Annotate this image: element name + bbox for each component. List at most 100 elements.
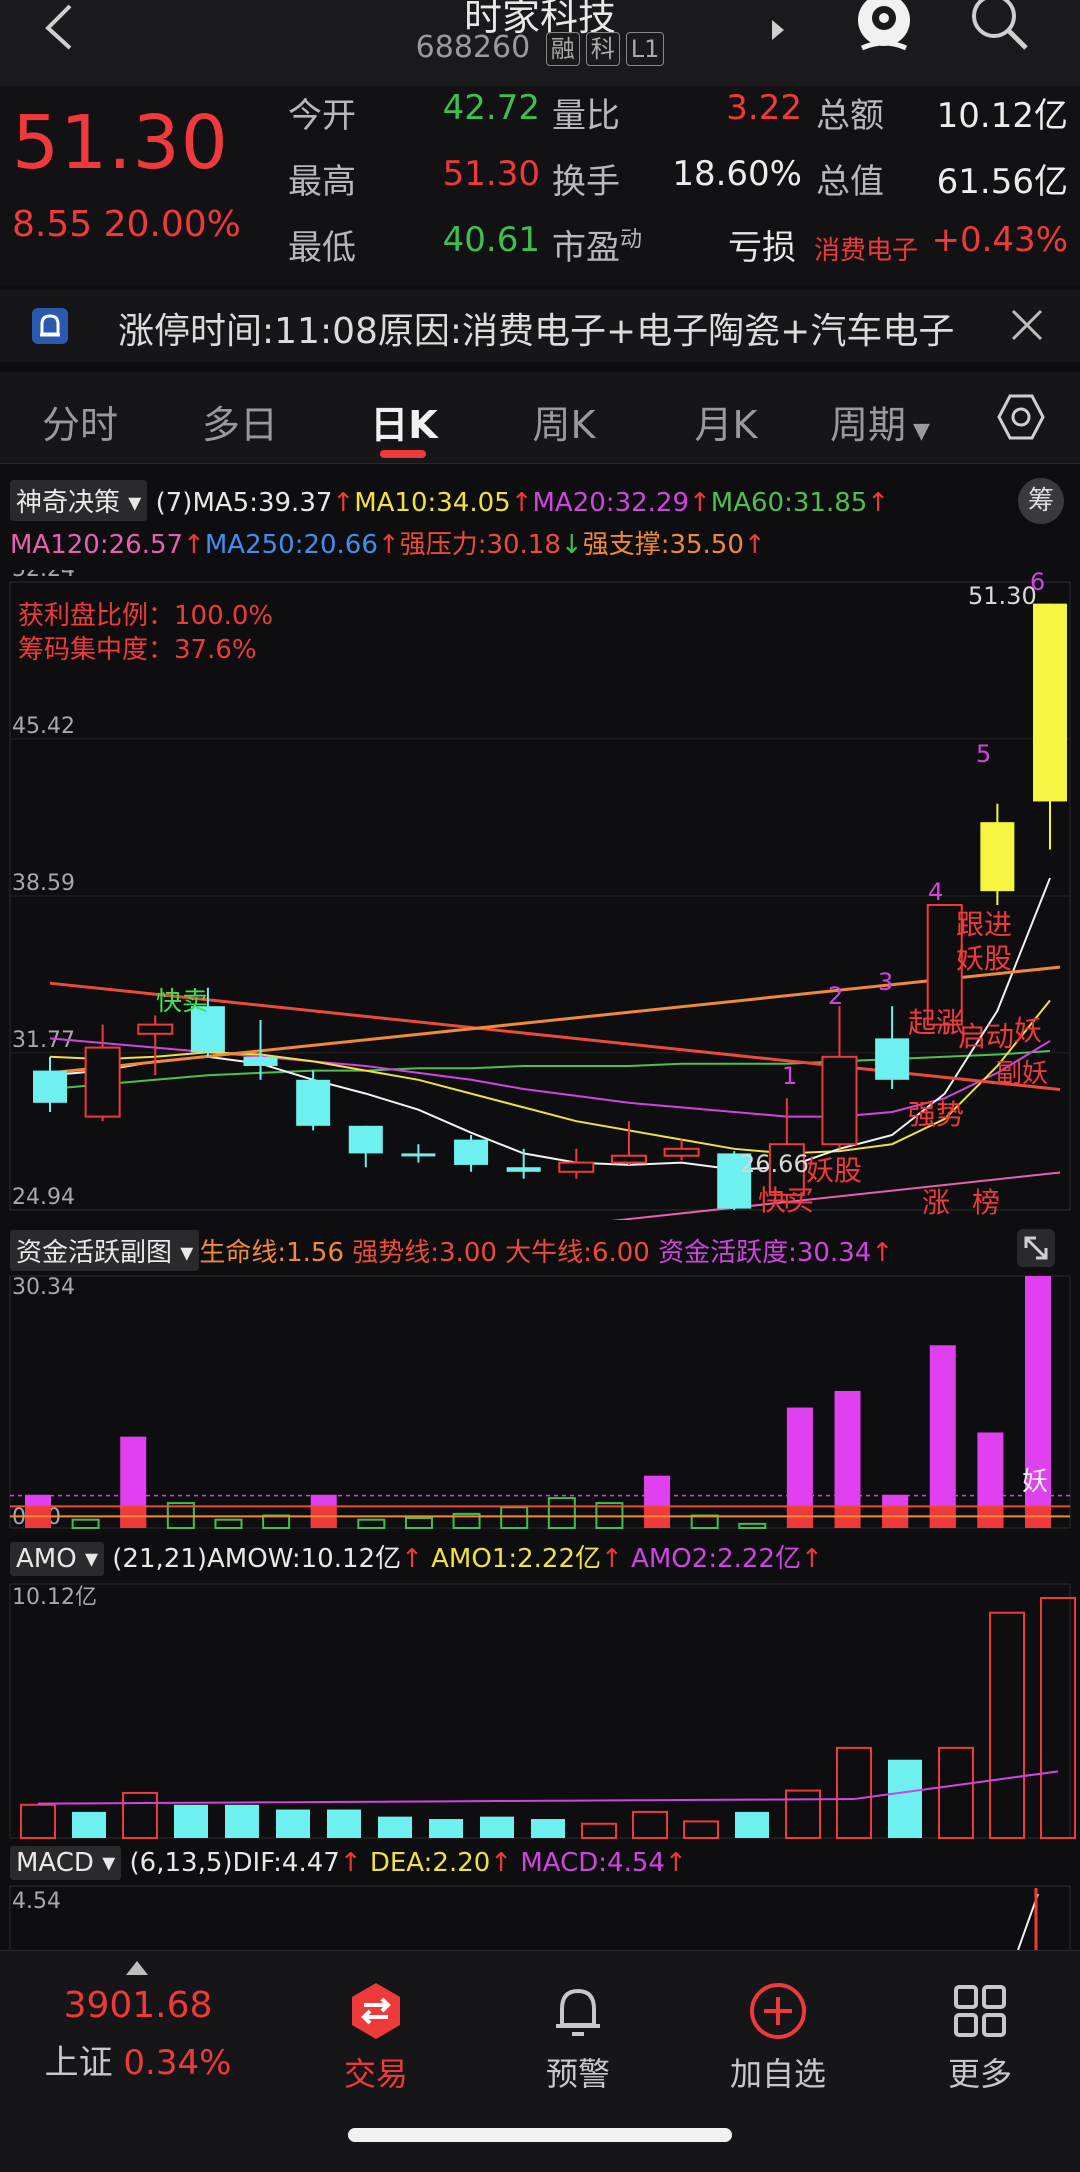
tab-daily-k[interactable]: 日K: [344, 394, 464, 449]
level-badge: L1: [625, 31, 665, 66]
nav-alert[interactable]: 预警: [498, 1981, 658, 2095]
activity-bar: [500, 1506, 529, 1530]
activity-bar: [404, 1517, 433, 1529]
trend-arrow-icon: ↑: [377, 530, 400, 560]
last-price: 51.30: [12, 100, 229, 186]
period-tabs: 分时 多日 日K 周K 月K 周期 ▼: [0, 372, 1080, 464]
amo-bar: [20, 1803, 56, 1839]
indicator-value: DEA:2.20: [361, 1848, 491, 1878]
amount-value: 10.12亿: [936, 96, 1068, 136]
trend-arrow-icon: ↑: [689, 488, 711, 518]
candle-body: [558, 1161, 595, 1173]
trend-arrow-icon: ↑: [401, 1544, 423, 1574]
kline-chart[interactable]: 52.2445.4238.5931.7724.94获利盘比例：100.0%筹码集…: [0, 570, 1080, 1220]
quick-buy-label: 快买: [758, 1184, 814, 1217]
rise-start-label: 起涨: [908, 1006, 964, 1039]
search-icon[interactable]: [968, 0, 1032, 54]
macd-chart[interactable]: 4.54: [0, 1884, 1080, 1950]
indicator-value: 强势线:3.00: [344, 1238, 497, 1268]
main-indicator-row-2: MA120:26.57↑MA250:20.66↑强压力:30.18↓强支撑:35…: [10, 524, 766, 561]
main-indicator-selector[interactable]: 神奇决策 ▾: [10, 480, 148, 521]
active-tab-indicator: [380, 450, 426, 458]
limit-up-notice[interactable]: 涨停时间:11:08原因:消费电子+电子陶瓷+汽车电子: [0, 290, 1080, 362]
tab-multi-day[interactable]: 多日: [180, 394, 300, 449]
sub2-indicator-row: AMO ▾ (21,21)AMOW:10.12亿↑ AMO1:2.22亿↑ AM…: [10, 1538, 823, 1576]
indicator-value: AMOW:10.12亿: [207, 1544, 402, 1574]
amo-bar: [225, 1804, 259, 1838]
tab-period-label: 周期: [830, 403, 907, 447]
y-top-label: 4.54: [12, 1889, 61, 1914]
indicator-value: MA60:31.85: [710, 488, 868, 518]
sector-name[interactable]: 消费电子: [814, 230, 918, 267]
indicator-value: MA5:39.37: [192, 488, 333, 518]
nav-add-watchlist[interactable]: 加自选: [698, 1981, 858, 2095]
trend-arrow-icon: ↑: [490, 1848, 513, 1878]
chart-frame: [9, 1885, 1071, 1950]
sub1-indicator-selector[interactable]: 资金活跃副图 ▾: [10, 1230, 200, 1271]
assistant-bot-icon[interactable]: [856, 0, 912, 58]
margin-badge: 融: [545, 31, 580, 66]
trend-arrow-icon: ↑: [743, 530, 766, 560]
sub2-indicator-name: AMO: [16, 1544, 77, 1574]
sub2-indicator-selector[interactable]: AMO ▾: [10, 1542, 105, 1576]
sub1-indicator-values: 生命线:1.56 强势线:3.00 大牛线:6.00 资金活跃度:30.34↑: [199, 1238, 893, 1268]
nav-trade[interactable]: 交易: [296, 1981, 456, 2095]
nav-add-watchlist-label: 加自选: [729, 2055, 826, 2093]
sub3-indicator-selector[interactable]: MACD ▾: [10, 1846, 122, 1880]
launch-label: 启动: [958, 1020, 1014, 1053]
indicator-value: 生命线:1.56: [199, 1238, 344, 1268]
sub1-indicator-name: 资金活跃副图: [16, 1238, 173, 1268]
fund-activity-chart[interactable]: 30.340.00妖: [0, 1272, 1080, 1532]
sub3-indicator-row: MACD ▾ (6,13,5)DIF:4.47↑ DEA:2.20↑ MACD:…: [10, 1846, 687, 1880]
close-icon[interactable]: [1010, 308, 1044, 342]
trend-arrow-icon: ↑: [339, 1848, 362, 1878]
chip-calc-button[interactable]: 筹: [1018, 478, 1064, 524]
amo-bar: [581, 1822, 617, 1840]
open-value: 42.72: [442, 88, 540, 128]
stock-code: 688260: [415, 30, 531, 65]
bell-icon: [556, 1988, 600, 2036]
main-indicator-name: 神奇决策: [16, 488, 121, 518]
activity-bar: [214, 1518, 243, 1530]
y-tick-label: 45.42: [12, 714, 75, 739]
y-top-label: 30.34: [12, 1275, 75, 1300]
star-market-badge: 科: [585, 31, 620, 66]
amo-bar: [122, 1791, 158, 1839]
activity-bar: [71, 1518, 100, 1530]
sub3-indicator-param: (6,13,5): [129, 1848, 233, 1878]
rank-label: 榜: [972, 1186, 1000, 1219]
index-line[interactable]: 上证 0.34%: [20, 2035, 256, 2084]
tab-monthly-k[interactable]: 月K: [666, 394, 786, 449]
nav-more[interactable]: 更多: [900, 1981, 1060, 2095]
indicator-value: 强支撑:35.50: [582, 530, 744, 560]
caret-up-icon[interactable]: [124, 1959, 150, 1977]
trend-arrow-icon: ↑: [601, 1544, 623, 1574]
amo-bar: [480, 1816, 514, 1838]
low-price-tag: 26.66: [740, 1150, 809, 1178]
home-indicator[interactable]: [348, 2128, 732, 2142]
activity-bar: [262, 1514, 291, 1529]
low-label: 最低: [288, 228, 356, 268]
candle-body: [663, 1147, 700, 1157]
tab-weekly-k[interactable]: 周K: [504, 394, 624, 449]
amo-bar: [989, 1611, 1025, 1840]
trend-arrow-icon: ↑: [800, 1544, 823, 1574]
trend-arrow-icon: ↑: [664, 1848, 687, 1878]
trend-arrow-icon: ↑: [183, 530, 205, 560]
tab-intraday[interactable]: 分时: [20, 394, 140, 449]
demon-label: 妖: [1014, 1014, 1042, 1047]
amo-bar: [276, 1809, 310, 1838]
y-tick-label: 24.94: [12, 1185, 75, 1210]
settings-icon[interactable]: [996, 392, 1046, 442]
next-stock-icon[interactable]: [770, 18, 786, 42]
index-value[interactable]: 3901.68: [20, 1985, 256, 2026]
amo-bar: [683, 1820, 719, 1840]
trend-arrow-icon: ↑: [332, 488, 355, 518]
expand-icon[interactable]: [1016, 1228, 1056, 1268]
tab-period[interactable]: 周期 ▼: [820, 394, 940, 449]
demon-stock-label: 妖股: [956, 942, 1012, 975]
candle-body: [33, 1070, 67, 1103]
amo-chart[interactable]: 10.12亿: [0, 1580, 1080, 1842]
sub3-indicator-name: MACD: [16, 1848, 94, 1878]
price-change: 8.55 20.00%: [12, 204, 241, 245]
